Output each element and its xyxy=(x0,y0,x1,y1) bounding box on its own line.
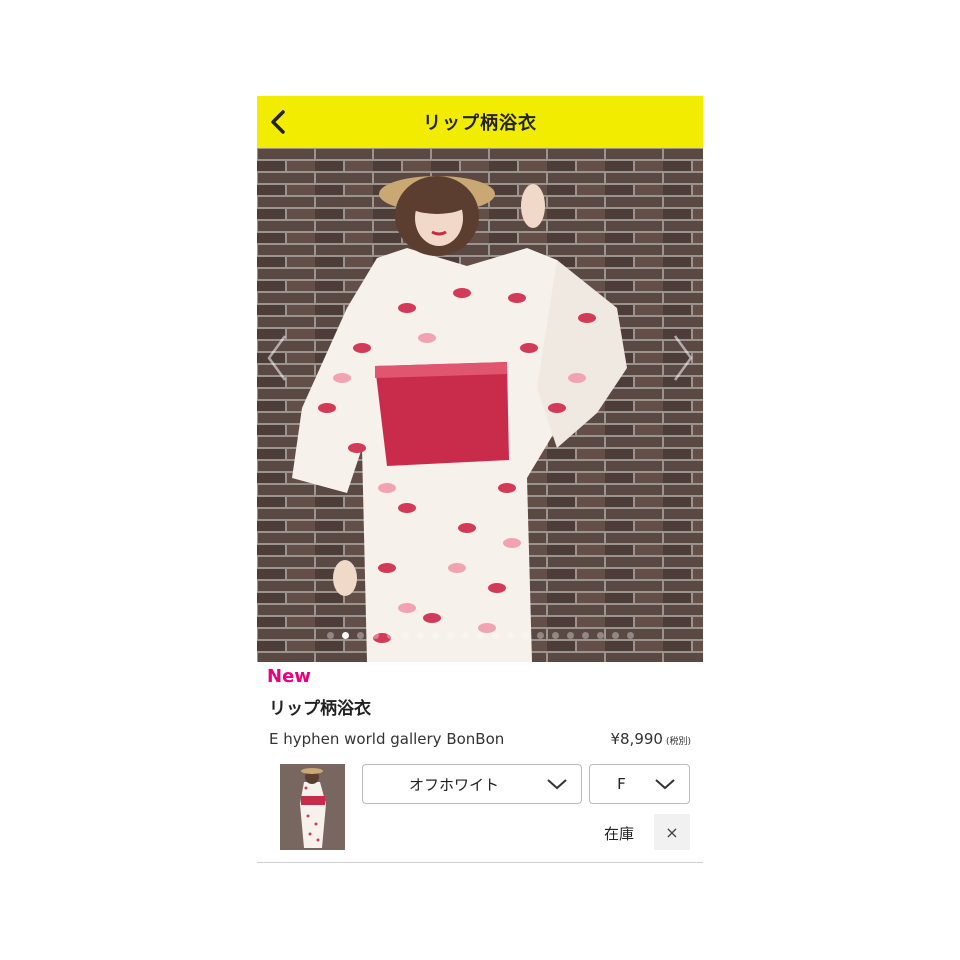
product-screen: リップ柄浴衣 New リップ柄浴衣 E hyphen world gallery… xyxy=(257,96,703,864)
carousel-dot[interactable] xyxy=(581,632,589,639)
tax-note: (税別) xyxy=(665,737,691,747)
carousel-dot[interactable] xyxy=(536,632,544,639)
carousel-dot[interactable] xyxy=(461,632,469,639)
carousel-dot[interactable] xyxy=(371,632,379,639)
size-select-value: F xyxy=(617,775,626,793)
top-bar: リップ柄浴衣 xyxy=(257,96,703,148)
carousel-dot[interactable] xyxy=(611,632,619,639)
divider xyxy=(257,862,703,863)
carousel-dot[interactable] xyxy=(521,632,529,639)
carousel-dot[interactable] xyxy=(551,632,559,639)
carousel-dot[interactable] xyxy=(446,632,454,639)
chevron-left-icon xyxy=(267,335,287,381)
carousel-dot[interactable] xyxy=(506,632,514,639)
carousel-dot[interactable] xyxy=(566,632,574,639)
close-icon: × xyxy=(665,822,679,842)
chevron-right-icon xyxy=(673,335,693,381)
color-select-value: オフホワイト xyxy=(408,775,499,794)
carousel-prev-button[interactable] xyxy=(259,328,295,388)
carousel-dot[interactable] xyxy=(341,632,349,639)
carousel-next-button[interactable] xyxy=(665,328,701,388)
carousel-dot[interactable] xyxy=(626,632,634,639)
carousel-dot[interactable] xyxy=(401,632,409,639)
thumbnail-image xyxy=(280,764,345,850)
product-name: リップ柄浴衣 xyxy=(269,699,371,719)
color-select[interactable]: オフホワイト xyxy=(362,764,582,804)
carousel-dot[interactable] xyxy=(431,632,439,639)
product-image-carousel[interactable] xyxy=(257,148,703,662)
back-button[interactable] xyxy=(263,106,295,138)
brand-name: E hyphen world gallery BonBon xyxy=(269,730,505,748)
carousel-dot[interactable] xyxy=(416,632,424,639)
carousel-dot[interactable] xyxy=(491,632,499,639)
price: ¥8,990 (税別) xyxy=(610,730,691,748)
chevron-left-icon xyxy=(271,110,285,134)
carousel-dot[interactable] xyxy=(356,632,364,639)
carousel-dot[interactable] xyxy=(476,632,484,639)
stock-status: 在庫 xyxy=(604,825,635,843)
price-value: ¥8,990 xyxy=(610,730,663,748)
carousel-dot[interactable] xyxy=(596,632,604,639)
kimono-model-photo xyxy=(257,148,703,662)
remove-item-button[interactable]: × xyxy=(654,814,690,850)
carousel-dot[interactable] xyxy=(326,632,334,639)
size-select[interactable]: F xyxy=(589,764,690,804)
chevron-down-icon xyxy=(655,779,675,790)
page-title: リップ柄浴衣 xyxy=(423,113,537,134)
carousel-dot[interactable] xyxy=(386,632,394,639)
new-badge: New xyxy=(267,666,311,687)
chevron-down-icon xyxy=(547,779,567,790)
product-thumbnail xyxy=(280,764,345,850)
carousel-pagination xyxy=(257,632,703,644)
